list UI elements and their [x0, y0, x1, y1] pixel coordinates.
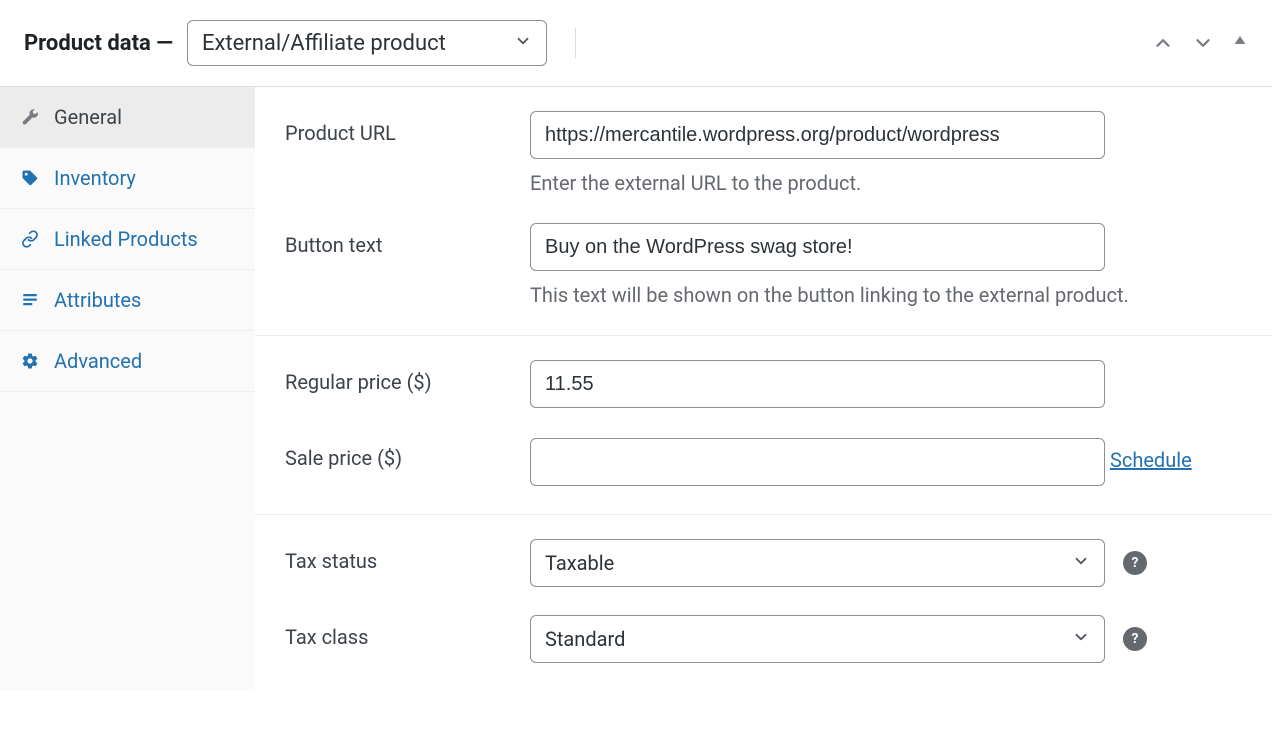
button-text-input[interactable]	[530, 223, 1105, 271]
row-sale-price: Sale price ($) Schedule	[285, 436, 1242, 486]
sale-price-input[interactable]	[530, 438, 1105, 486]
tab-inventory[interactable]: Inventory	[0, 148, 255, 209]
help-product-url: Enter the external URL to the product.	[530, 171, 1242, 195]
section-external: Product URL Enter the external URL to th…	[255, 87, 1272, 336]
chevron-down-icon	[1072, 551, 1090, 575]
wrench-icon	[20, 107, 40, 127]
tab-linked-products[interactable]: Linked Products	[0, 209, 255, 270]
product-data-tabs: General Inventory Linked Products Attrib…	[0, 87, 255, 691]
tab-label: Attributes	[54, 288, 141, 312]
chevron-down-icon[interactable]	[1192, 32, 1214, 54]
help-icon[interactable]: ?	[1123, 627, 1147, 651]
tab-general[interactable]: General	[0, 87, 255, 148]
label-sale-price: Sale price ($)	[285, 436, 530, 470]
list-icon	[20, 290, 40, 310]
row-tax-class: Tax class Standard ?	[285, 615, 1242, 663]
regular-price-input[interactable]	[530, 360, 1105, 408]
help-button-text: This text will be shown on the button li…	[530, 283, 1242, 307]
row-product-url: Product URL Enter the external URL to th…	[285, 111, 1242, 195]
triangle-up-icon[interactable]	[1232, 32, 1248, 54]
label-product-url: Product URL	[285, 111, 530, 145]
row-regular-price: Regular price ($)	[285, 360, 1242, 408]
section-pricing: Regular price ($) Sale price ($) Schedul…	[255, 336, 1272, 515]
divider	[575, 28, 576, 58]
product-type-selected: External/Affiliate product	[202, 31, 446, 56]
panel-content: Product URL Enter the external URL to th…	[255, 87, 1272, 691]
help-icon[interactable]: ?	[1123, 551, 1147, 575]
section-tax: Tax status Taxable ?	[255, 515, 1272, 691]
product-url-input[interactable]	[530, 111, 1105, 159]
label-button-text: Button text	[285, 223, 530, 257]
tab-label: Advanced	[54, 349, 142, 373]
row-tax-status: Tax status Taxable ?	[285, 539, 1242, 587]
tab-label: Inventory	[54, 166, 136, 190]
tab-advanced[interactable]: Advanced	[0, 331, 255, 392]
tax-class-select[interactable]: Standard	[530, 615, 1105, 663]
panel-handles	[1152, 32, 1248, 54]
panel-title: Product data —	[24, 31, 173, 56]
gear-icon	[20, 351, 40, 371]
row-button-text: Button text This text will be shown on t…	[285, 223, 1242, 307]
tax-status-select[interactable]: Taxable	[530, 539, 1105, 587]
chevron-up-icon[interactable]	[1152, 32, 1174, 54]
chevron-down-icon	[1072, 627, 1090, 651]
tax-status-value: Taxable	[545, 551, 614, 575]
label-tax-class: Tax class	[285, 615, 530, 649]
tag-icon	[20, 168, 40, 188]
product-type-select[interactable]: External/Affiliate product	[187, 20, 547, 66]
chevron-down-icon	[514, 31, 532, 56]
tab-label: Linked Products	[54, 227, 198, 251]
label-regular-price: Regular price ($)	[285, 360, 530, 394]
tax-class-value: Standard	[545, 627, 625, 651]
tab-attributes[interactable]: Attributes	[0, 270, 255, 331]
label-tax-status: Tax status	[285, 539, 530, 573]
panel-body: General Inventory Linked Products Attrib…	[0, 87, 1272, 691]
tab-label: General	[54, 105, 122, 129]
panel-header: Product data — External/Affiliate produc…	[0, 0, 1272, 87]
product-data-panel: Product data — External/Affiliate produc…	[0, 0, 1272, 691]
schedule-link[interactable]: Schedule	[1110, 448, 1192, 472]
link-icon	[20, 229, 40, 249]
